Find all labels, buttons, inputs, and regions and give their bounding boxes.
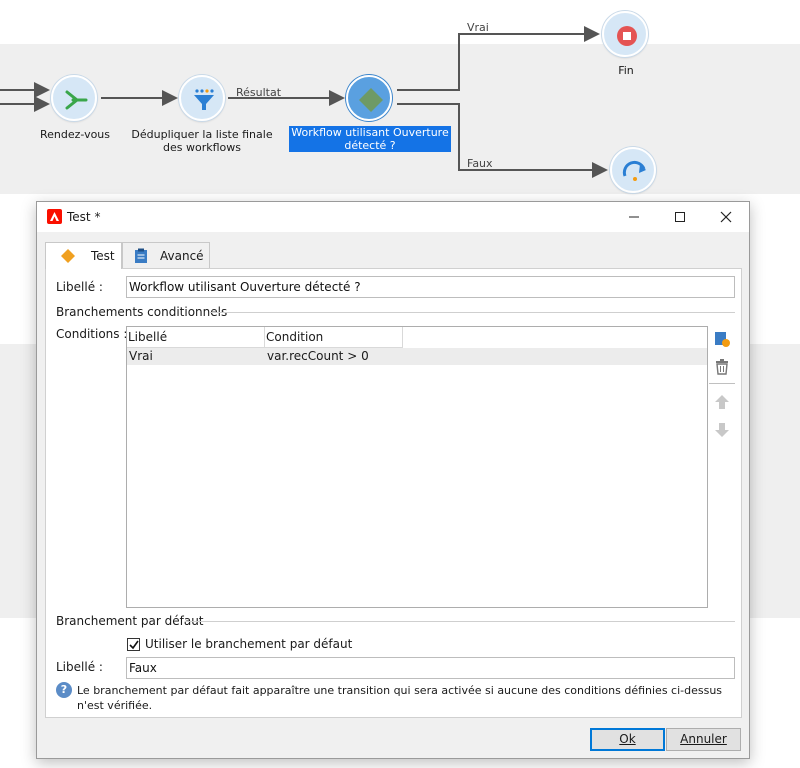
clipboard-icon bbox=[135, 248, 147, 263]
workflow-edges bbox=[0, 26, 608, 178]
close-button[interactable] bbox=[703, 202, 749, 232]
move-down-button[interactable] bbox=[713, 421, 731, 439]
fin-label: Fin bbox=[618, 64, 634, 77]
edge-label-resultat: Résultat bbox=[236, 86, 282, 99]
delete-condition-button[interactable] bbox=[713, 358, 731, 376]
dedup-label: Dédupliquer la liste finale des workflow… bbox=[131, 128, 273, 154]
tab-avance[interactable]: Avancé bbox=[122, 242, 210, 268]
grid-cell-libelle: Vrai bbox=[129, 349, 153, 363]
ok-button-label: Ok bbox=[619, 732, 636, 746]
arrow-down-icon bbox=[715, 423, 729, 437]
use-default-checkbox[interactable] bbox=[127, 638, 140, 651]
edge-vrai bbox=[397, 26, 600, 91]
question-icon: ? bbox=[56, 682, 72, 698]
ok-button[interactable]: Ok bbox=[590, 728, 665, 751]
close-icon bbox=[720, 211, 732, 223]
fin-node[interactable] bbox=[602, 11, 648, 57]
side-toolbar-separator bbox=[709, 383, 735, 384]
libelle-input[interactable]: Workflow utilisant Ouverture détecté ? bbox=[126, 276, 735, 298]
maximize-button[interactable] bbox=[657, 202, 703, 232]
redo-icon bbox=[622, 160, 646, 181]
edge-label-faux: Faux bbox=[467, 157, 493, 170]
rendez-vous-node[interactable] bbox=[51, 75, 97, 121]
add-icon bbox=[715, 332, 730, 347]
table-row[interactable]: Vrai var.recCount > 0 bbox=[127, 348, 707, 365]
default-libelle-label: Libellé : bbox=[56, 660, 103, 674]
add-condition-button[interactable] bbox=[713, 330, 731, 348]
tab-test-label: Test bbox=[91, 249, 115, 263]
info-text: Le branchement par défaut fait apparaîtr… bbox=[77, 684, 723, 712]
use-default-label[interactable]: Utiliser le branchement par défaut bbox=[145, 637, 352, 651]
tab-avance-label: Avancé bbox=[160, 249, 204, 263]
default-libelle-input[interactable]: Faux bbox=[126, 657, 735, 679]
diamond-icon bbox=[61, 249, 75, 263]
adobe-logo-icon bbox=[47, 209, 62, 224]
libelle-label: Libellé : bbox=[56, 280, 103, 294]
checkmark-icon bbox=[129, 640, 139, 650]
tab-test[interactable]: Test bbox=[45, 242, 122, 269]
minimize-button[interactable] bbox=[611, 202, 657, 232]
stop-icon bbox=[617, 26, 637, 46]
default-section-title: Branchement par défaut bbox=[56, 614, 204, 628]
edge-label-vrai: Vrai bbox=[467, 21, 489, 34]
maximize-icon bbox=[675, 212, 685, 222]
move-up-button[interactable] bbox=[713, 393, 731, 411]
dedup-node[interactable] bbox=[179, 75, 225, 121]
branches-section-title: Branchements conditionnels bbox=[56, 305, 228, 319]
cancel-button[interactable]: Annuler bbox=[666, 728, 741, 751]
trash-icon bbox=[716, 359, 728, 375]
branches-separator bbox=[209, 312, 735, 313]
test-dialog: Test * Test Avancé Libellé : Workflow ut… bbox=[36, 201, 750, 759]
funnel-icon bbox=[194, 89, 214, 110]
conditions-label: Conditions : bbox=[56, 327, 128, 341]
grid-header-condition[interactable]: Condition bbox=[265, 327, 403, 348]
title-bar[interactable]: Test * bbox=[37, 202, 749, 232]
jump-node[interactable] bbox=[610, 147, 656, 193]
cancel-button-label: Annuler bbox=[680, 732, 727, 746]
rendez-vous-label: Rendez-vous bbox=[39, 128, 111, 141]
dialog-title: Test * bbox=[67, 210, 101, 224]
test-node-label: Workflow utilisant Ouverture détecté ? bbox=[289, 126, 451, 152]
test-node[interactable] bbox=[346, 75, 392, 121]
conditions-grid[interactable]: Libellé Condition Vrai var.recCount > 0 bbox=[126, 326, 708, 608]
grid-header-libelle[interactable]: Libellé bbox=[127, 327, 265, 348]
grid-cell-condition: var.recCount > 0 bbox=[267, 349, 369, 363]
merge-icon bbox=[65, 90, 88, 110]
diamond-icon bbox=[359, 88, 383, 112]
default-separator bbox=[185, 621, 735, 622]
minimize-icon bbox=[629, 216, 639, 218]
arrow-up-icon bbox=[715, 395, 729, 409]
